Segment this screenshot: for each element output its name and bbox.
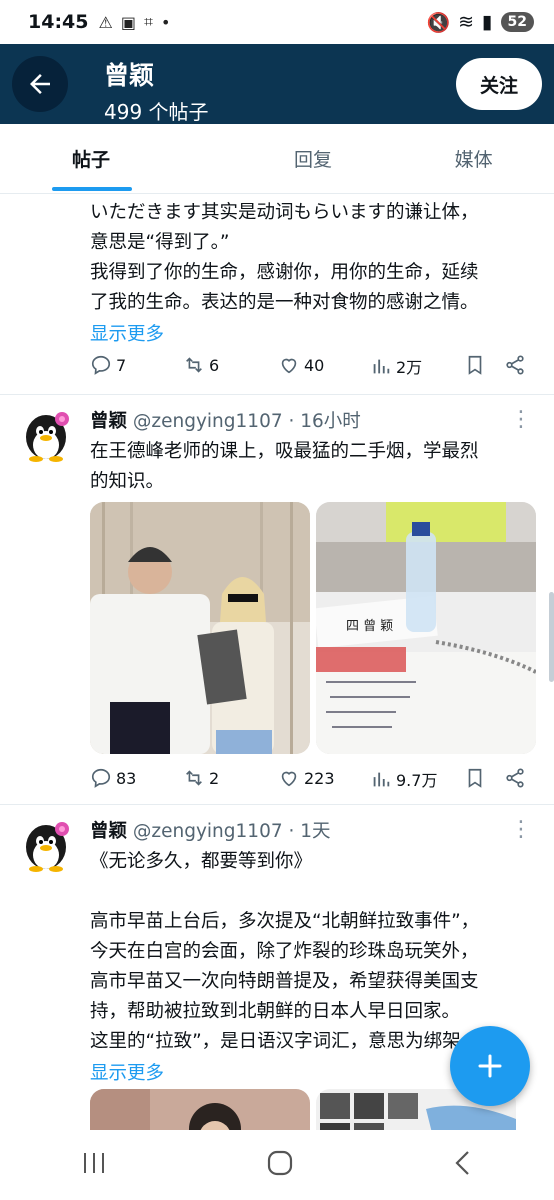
post[interactable]: いただきます其实是动词もらいます的谦让体， 意思是“得到了。” 我得到了你的生命… xyxy=(0,194,554,395)
plus-icon xyxy=(478,1054,502,1078)
post-text: 在王德峰老师的课上，吸最猛的二手烟，学最烈 的知识。 xyxy=(90,441,479,492)
post-media xyxy=(90,1089,516,1130)
gallery-icon: ▣ xyxy=(120,12,136,32)
tab-replies[interactable]: 回复 xyxy=(233,124,394,193)
home-button[interactable] xyxy=(266,1149,294,1181)
author-name[interactable]: 曾颖 xyxy=(90,821,127,842)
bookmark-button[interactable] xyxy=(464,354,486,376)
views-button[interactable]: 2万 xyxy=(370,354,422,378)
follow-button[interactable]: 关注 xyxy=(456,58,542,110)
repost-icon xyxy=(186,357,202,373)
post-time: · 16小时 xyxy=(288,411,361,432)
system-nav-bar xyxy=(0,1130,554,1200)
tab-media[interactable]: 媒体 xyxy=(393,124,554,193)
tab-label: 媒体 xyxy=(454,149,493,171)
heart-icon xyxy=(281,358,297,374)
timeline[interactable]: いただきます其实是动词もらいます的谦让体， 意思是“得到了。” 我得到了你的生命… xyxy=(0,194,554,1130)
home-icon xyxy=(267,1150,293,1176)
post-count: 499 个帖子 xyxy=(104,100,209,124)
dot-icon: • xyxy=(160,12,171,32)
share-icon xyxy=(506,355,524,375)
reply-button[interactable]: 83 xyxy=(90,767,136,789)
warning-icon: ⚠ xyxy=(98,12,113,32)
screenshot-icon: ⌗ xyxy=(143,12,153,31)
share-icon xyxy=(506,768,524,788)
post-author-line: 曾颖 @zengying1107 · 1天 xyxy=(90,817,331,843)
mute-icon: 🔇 xyxy=(426,11,451,34)
tab-posts[interactable]: 帖子 xyxy=(0,124,233,193)
more-options-icon[interactable]: ⋮ xyxy=(510,817,532,842)
svg-text:四 曾 颖: 四 曾 颖 xyxy=(346,619,393,634)
tab-label: 帖子 xyxy=(72,149,111,171)
comment-icon xyxy=(91,768,111,788)
active-tab-indicator xyxy=(52,187,132,191)
status-time: 14:45 xyxy=(28,11,89,33)
author-handle: @zengying1107 xyxy=(132,411,283,432)
scrollbar[interactable] xyxy=(549,592,554,682)
arrow-left-icon xyxy=(30,74,50,94)
repost-icon xyxy=(186,770,202,786)
bookmark-button[interactable] xyxy=(464,767,486,789)
signal-icon: ▮ xyxy=(482,11,493,33)
wifi-icon: ≋ xyxy=(458,11,475,33)
share-button[interactable] xyxy=(504,767,526,789)
views-icon xyxy=(373,772,390,787)
status-bar: 14:45 ⚠ ▣ ⌗ • 🔇 ≋ ▮ 52 xyxy=(0,0,554,44)
post-actions: 83 2 223 9.7万 xyxy=(0,755,554,805)
reply-button[interactable]: 7 xyxy=(90,354,126,376)
author-name[interactable]: 曾颖 xyxy=(90,411,127,432)
penguin-avatar-icon xyxy=(26,822,69,872)
photo-1[interactable] xyxy=(90,502,310,754)
profile-header: 曾颖 499 个帖子 关注 xyxy=(0,44,554,124)
compose-button[interactable] xyxy=(450,1026,530,1106)
comment-icon xyxy=(91,355,111,375)
back-nav-button[interactable] xyxy=(451,1149,475,1181)
recents-icon xyxy=(83,1153,104,1173)
post-text: いただきます其实是动词もらいます的谦让体， 意思是“得到了。” 我得到了你的生命… xyxy=(90,198,530,346)
recents-button[interactable] xyxy=(79,1150,109,1180)
chevron-left-icon xyxy=(455,1151,470,1175)
back-button[interactable] xyxy=(12,56,68,112)
views-button[interactable]: 9.7万 xyxy=(370,767,437,791)
penguin-avatar-icon xyxy=(26,412,69,462)
photo-2[interactable]: 四 曾 颖 xyxy=(316,502,536,754)
photo-image xyxy=(90,1089,310,1130)
profile-name: 曾颖 xyxy=(104,61,155,90)
post-actions: 7 6 40 2万 xyxy=(0,342,554,392)
like-button[interactable]: 40 xyxy=(278,354,324,376)
repost-button[interactable]: 6 xyxy=(183,354,219,376)
tab-label: 回复 xyxy=(294,149,333,171)
avatar[interactable] xyxy=(18,817,74,873)
repost-button[interactable]: 2 xyxy=(183,767,219,789)
more-options-icon[interactable]: ⋮ xyxy=(510,407,532,432)
photo-image xyxy=(90,502,310,754)
author-handle: @zengying1107 xyxy=(132,821,283,842)
photo-1[interactable] xyxy=(90,1089,310,1130)
post[interactable]: 曾颖 @zengying1107 · 16小时 ⋮ 在王德峰老师的课上，吸最猛的… xyxy=(0,395,554,805)
share-button[interactable] xyxy=(504,354,526,376)
bookmark-icon xyxy=(468,768,482,788)
post-author-line: 曾颖 @zengying1107 · 16小时 xyxy=(90,407,361,433)
post-media: 四 曾 颖 xyxy=(90,502,536,754)
battery-indicator: 52 xyxy=(500,12,534,32)
like-button[interactable]: 223 xyxy=(278,767,335,789)
profile-tabs: 帖子 回复 媒体 xyxy=(0,124,554,194)
heart-icon xyxy=(281,771,297,787)
avatar[interactable] xyxy=(18,407,74,463)
post-time: · 1天 xyxy=(288,821,331,842)
views-icon xyxy=(373,359,390,374)
bookmark-icon xyxy=(468,355,482,375)
photo-image: 四 曾 颖 xyxy=(316,502,536,754)
